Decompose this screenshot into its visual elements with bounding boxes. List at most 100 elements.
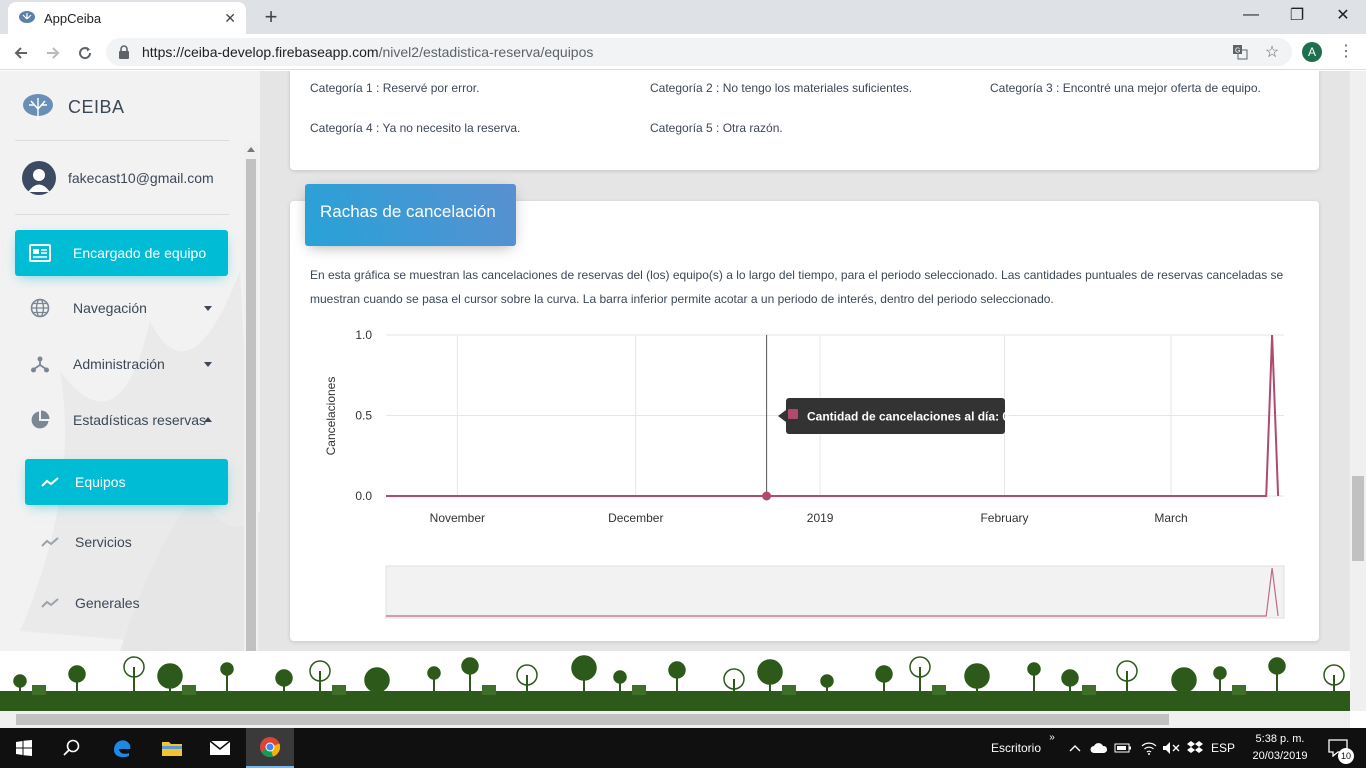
tree-crown <box>1268 657 1286 675</box>
tree-crown <box>613 670 627 684</box>
toolbar-expand-icon[interactable]: » <box>1044 728 1060 768</box>
browser-menu-icon[interactable]: ⋮ <box>1336 42 1356 62</box>
horizontal-scrollbar[interactable] <box>0 711 1350 728</box>
house-shape <box>782 685 796 695</box>
user-email: fakecast10@gmail.com <box>68 170 214 186</box>
desktop-toolbar[interactable]: Escritorio <box>990 728 1042 768</box>
edge-app[interactable] <box>98 728 146 768</box>
translate-icon[interactable]: G <box>1230 40 1250 64</box>
newspaper-icon <box>29 242 51 264</box>
range-selector[interactable] <box>385 565 1285 619</box>
sidebar-scrollbar[interactable] <box>244 143 258 651</box>
sidebar-subitem-label: Generales <box>75 595 140 611</box>
tree-crown <box>875 665 893 683</box>
landscape-illustration <box>0 655 1350 711</box>
trending-icon <box>39 531 61 553</box>
footer-landscape <box>0 651 1350 711</box>
sidebar-subitem-label: Servicios <box>75 534 132 550</box>
sidebar-item-estadisticas-reservas[interactable]: Estadísticas reservas <box>29 409 228 431</box>
page-scrollbar[interactable] <box>1350 71 1366 711</box>
hover-point <box>762 491 772 501</box>
pie-chart-icon <box>29 409 51 431</box>
tree-crown <box>1213 666 1227 680</box>
scroll-up-icon[interactable] <box>247 147 255 152</box>
lock-icon <box>119 45 129 59</box>
sidebar-divider <box>15 214 229 215</box>
sidebar: CEIBA fakecast10@gmail.com Encargado de … <box>0 71 260 651</box>
page-scroll-thumb[interactable] <box>1352 476 1364 561</box>
notification-count: 10 <box>1338 748 1354 764</box>
tree-crown <box>13 674 27 688</box>
show-hidden-icons[interactable] <box>1066 728 1084 768</box>
browser-tab[interactable]: AppCeiba ✕ <box>8 2 246 34</box>
file-explorer-app[interactable] <box>148 728 196 768</box>
x-axis: November December 2019 February March <box>430 511 1188 525</box>
ceiba-tree-logo-icon <box>23 94 53 120</box>
windows-taskbar: Escritorio » ESP 5:38 p. m. 20/03/2019 1… <box>0 728 1366 768</box>
main-content: Categoría 1 : Reservé por error. Categor… <box>260 71 1350 651</box>
system-clock[interactable]: 5:38 p. m. 20/03/2019 <box>1240 731 1320 765</box>
sidebar-subitem-generales[interactable]: Generales <box>39 592 228 614</box>
dropbox-icon[interactable] <box>1184 728 1206 768</box>
y-tick-label: 1.0 <box>355 328 372 342</box>
y-tick-label: 0.5 <box>355 409 372 423</box>
profile-avatar[interactable]: A <box>1302 42 1322 62</box>
trending-icon <box>39 592 61 614</box>
tree-crown <box>220 662 234 676</box>
url-path: /nivel2/estadistica-reserva/equipos <box>378 44 594 60</box>
minimize-button[interactable]: — <box>1228 0 1274 30</box>
chevron-down-icon <box>204 306 212 311</box>
reload-button[interactable] <box>72 40 98 66</box>
brand[interactable]: CEIBA <box>22 93 125 121</box>
bookmark-star-icon[interactable]: ☆ <box>1262 40 1282 64</box>
x-tick-label: March <box>1154 511 1187 525</box>
volume-muted-icon[interactable] <box>1160 728 1182 768</box>
house-shape <box>1232 685 1246 695</box>
user-profile[interactable]: fakecast10@gmail.com <box>22 161 214 195</box>
x-tick-label: February <box>980 511 1028 525</box>
tree-crown <box>757 659 783 685</box>
svg-text:G: G <box>1235 48 1240 55</box>
wifi-icon[interactable] <box>1138 728 1160 768</box>
close-window-button[interactable]: ✕ <box>1320 0 1366 30</box>
notifications-button[interactable]: 10 <box>1318 728 1358 768</box>
horizontal-scroll-thumb[interactable] <box>16 714 1169 725</box>
tree-favicon-icon <box>19 11 35 26</box>
folder-icon <box>162 742 182 756</box>
new-tab-button[interactable]: + <box>258 4 284 30</box>
back-button[interactable] <box>8 40 34 66</box>
chrome-app[interactable] <box>246 728 294 768</box>
house-shape <box>1082 685 1096 695</box>
desktop-label: Escritorio <box>990 741 1041 755</box>
language-label: ESP <box>1210 741 1235 755</box>
sidebar-subitem-label: Equipos <box>75 474 126 490</box>
address-bar[interactable]: https://ceiba-develop.firebaseapp.com/ni… <box>106 38 1292 66</box>
sidebar-item-label: Encargado de equipo <box>73 245 207 261</box>
search-button[interactable] <box>48 728 96 768</box>
sidebar-item-label: Administración <box>73 356 165 372</box>
house-shape <box>32 685 46 695</box>
chevron-up-icon <box>204 417 212 422</box>
tab-title: AppCeiba <box>44 10 102 26</box>
sidebar-item-administracion[interactable]: Administración <box>29 353 228 375</box>
tree-crown <box>964 663 990 689</box>
battery-icon[interactable] <box>1112 728 1134 768</box>
onedrive-icon[interactable] <box>1088 728 1110 768</box>
house-shape <box>932 685 946 695</box>
sidebar-subitem-servicios[interactable]: Servicios <box>39 531 228 553</box>
input-language[interactable]: ESP <box>1208 728 1238 768</box>
tab-close-icon[interactable]: ✕ <box>224 10 236 27</box>
tooltip-text: Cantidad de cancelaciones al día: 0 <box>807 410 1009 424</box>
sidebar-subitem-equipos[interactable]: Equipos <box>25 459 228 505</box>
mail-app[interactable] <box>196 728 244 768</box>
sidebar-item-navegacion[interactable]: Navegación <box>29 297 228 319</box>
chrome-icon <box>260 737 281 757</box>
cancellations-line-chart[interactable]: 1.0 0.5 0.0 November December 2019 February Ma… <box>260 71 1350 651</box>
start-button[interactable] <box>0 728 48 768</box>
sidebar-item-label: Navegación <box>73 300 147 316</box>
forward-button[interactable] <box>40 40 66 66</box>
sidebar-scroll-thumb[interactable] <box>246 159 256 651</box>
restore-button[interactable]: ❐ <box>1274 0 1320 30</box>
tooltip-pointer <box>778 410 786 422</box>
sidebar-item-encargado-de-equipo[interactable]: Encargado de equipo <box>15 230 228 276</box>
